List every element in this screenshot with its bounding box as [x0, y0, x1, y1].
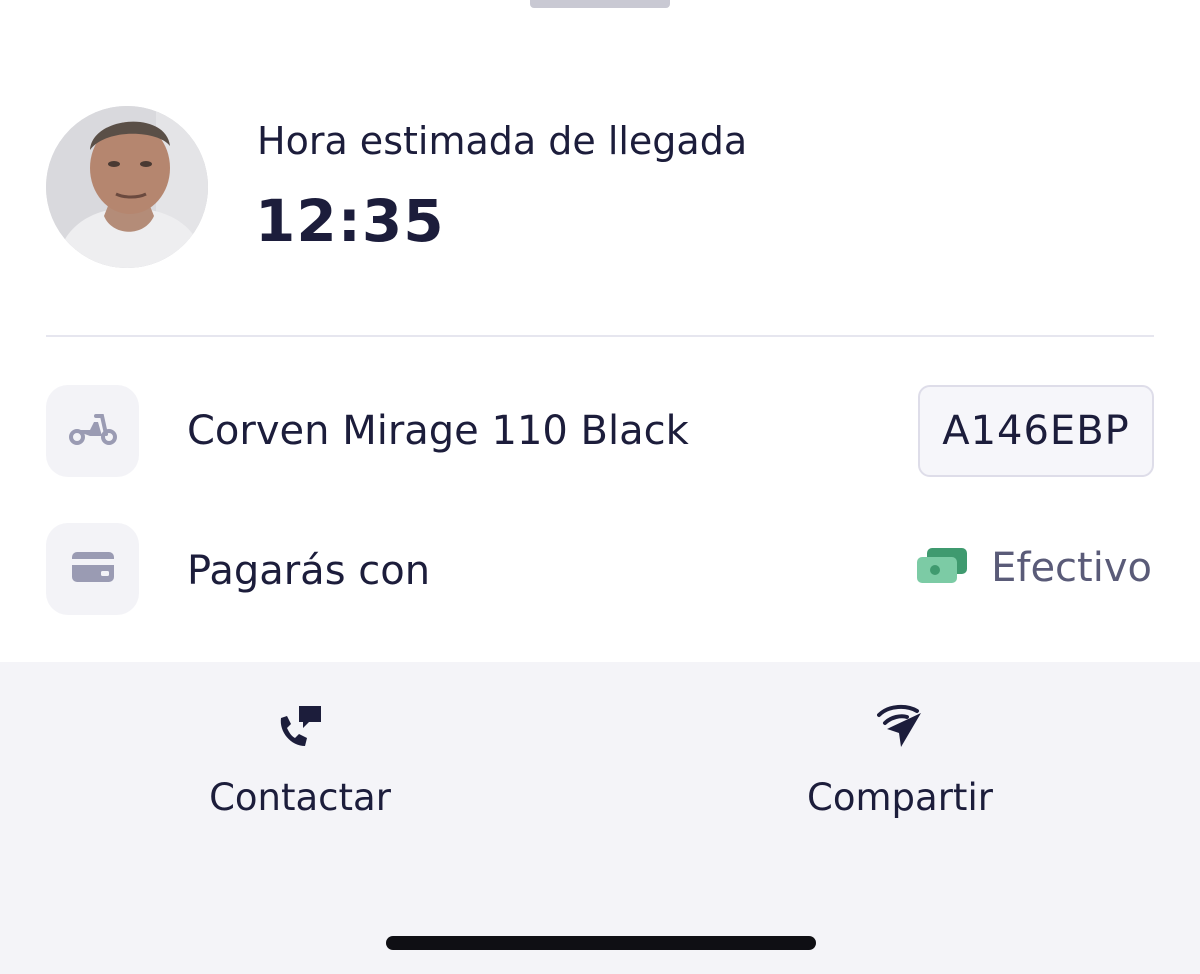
home-indicator [386, 936, 816, 950]
payment-icon-box [46, 523, 139, 615]
credit-card-icon [71, 551, 115, 587]
license-plate-badge: A146EBP [918, 385, 1154, 477]
action-bar: Contactar Compartir [0, 662, 1200, 974]
payment-label: Pagarás con [187, 548, 431, 594]
contact-label: Contactar [209, 776, 391, 819]
driver-avatar [46, 106, 208, 268]
payment-method: Efectivo [915, 544, 1152, 592]
trip-status-sheet: Hora estimada de llegada 12:35 Corven Mi… [0, 0, 1200, 974]
phone-chat-icon [276, 702, 324, 750]
vehicle-name: Corven Mirage 110 Black [187, 408, 689, 454]
eta-time: 12:35 [255, 187, 445, 255]
sheet-drag-handle[interactable] [530, 0, 670, 8]
share-button[interactable]: Compartir [750, 702, 1050, 820]
eta-label: Hora estimada de llegada [257, 119, 748, 163]
share-location-icon [876, 702, 924, 750]
section-divider [46, 335, 1154, 337]
cash-icon [915, 547, 969, 589]
share-label: Compartir [807, 776, 993, 819]
contact-button[interactable]: Contactar [150, 702, 450, 820]
vehicle-icon-box [46, 385, 139, 477]
scooter-icon [68, 412, 118, 450]
payment-method-label: Efectivo [991, 545, 1152, 591]
